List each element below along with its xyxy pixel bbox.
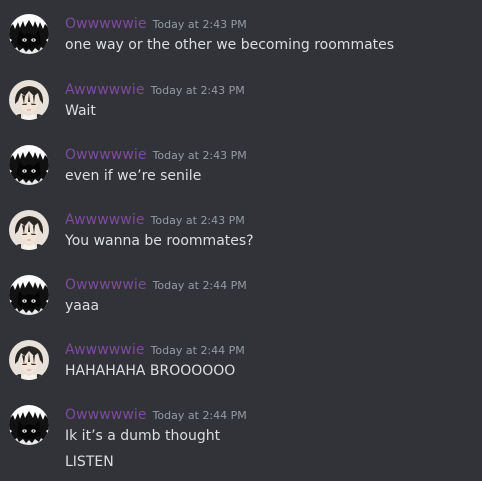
black-cat-avatar[interactable]	[9, 14, 49, 54]
anime-boy-avatar[interactable]	[9, 80, 49, 120]
chat-log: Owwwwwie Today at 2:43 PM one way or the …	[0, 0, 482, 481]
anime-boy-avatar[interactable]	[9, 210, 49, 250]
username[interactable]: Awwwwwie	[65, 212, 145, 228]
message: Owwwwwie Today at 2:43 PM even if we’re s…	[0, 145, 482, 195]
message-header: Awwwwwie Today at 2:43 PM	[65, 80, 245, 98]
timestamp[interactable]: Today at 2:43 PM	[153, 149, 247, 162]
message-text: Wait	[65, 103, 96, 119]
message-text: one way or the other we becoming roommat…	[65, 37, 395, 53]
black-cat-avatar[interactable]	[9, 145, 49, 185]
message-text: Ik it’s a dumb thought	[65, 428, 221, 444]
message-header: Owwwwwie Today at 2:44 PM	[65, 405, 247, 423]
username[interactable]: Owwwwwie	[65, 147, 147, 163]
message: Awwwwwie Today at 2:43 PM Wait	[0, 80, 482, 130]
message-header: Awwwwwie Today at 2:44 PM	[65, 340, 245, 358]
message-header: Owwwwwie Today at 2:43 PM	[65, 14, 247, 32]
anime-boy-avatar[interactable]	[9, 340, 49, 380]
timestamp[interactable]: Today at 2:44 PM	[151, 344, 245, 357]
timestamp[interactable]: Today at 2:43 PM	[151, 214, 245, 227]
timestamp[interactable]: Today at 2:44 PM	[153, 409, 247, 422]
black-cat-avatar[interactable]	[9, 275, 49, 315]
message-text: even if we’re senile	[65, 168, 202, 184]
username[interactable]: Awwwwwie	[65, 342, 145, 358]
username[interactable]: Awwwwwie	[65, 82, 145, 98]
message: Awwwwwie Today at 2:44 PM HAHAHAHA BROOOO…	[0, 340, 482, 390]
message-header: Owwwwwie Today at 2:43 PM	[65, 145, 247, 163]
message: Owwwwwie Today at 2:44 PM yaaa	[0, 275, 482, 325]
message-header: Awwwwwie Today at 2:43 PM	[65, 210, 245, 228]
username[interactable]: Owwwwwie	[65, 407, 147, 423]
username[interactable]: Owwwwwie	[65, 16, 147, 32]
message-text: HAHAHAHA BROOOOOO	[65, 363, 236, 379]
message-text: yaaa	[65, 298, 100, 314]
username[interactable]: Owwwwwie	[65, 277, 147, 293]
message-header: Owwwwwie Today at 2:44 PM	[65, 275, 247, 293]
message: Owwwwwie Today at 2:44 PM Ik it’s a dumb …	[0, 405, 482, 475]
timestamp[interactable]: Today at 2:44 PM	[153, 279, 247, 292]
message-text: You wanna be roommates?	[65, 233, 254, 249]
message-text: LISTEN	[65, 454, 114, 470]
timestamp[interactable]: Today at 2:43 PM	[151, 84, 245, 97]
timestamp[interactable]: Today at 2:43 PM	[153, 18, 247, 31]
message: Owwwwwie Today at 2:43 PM one way or the …	[0, 14, 482, 64]
message: Awwwwwie Today at 2:43 PM You wanna be ro…	[0, 210, 482, 260]
black-cat-avatar[interactable]	[9, 405, 49, 445]
